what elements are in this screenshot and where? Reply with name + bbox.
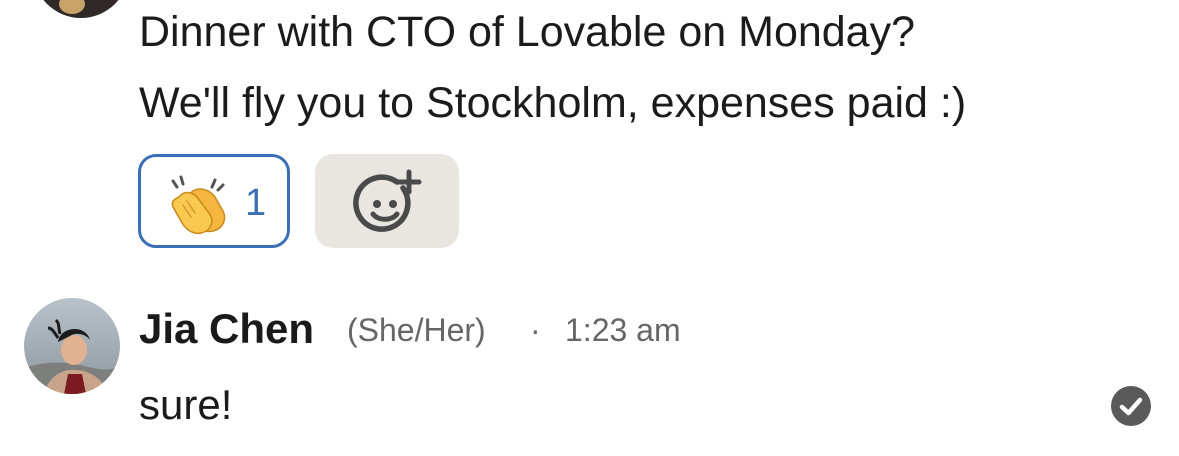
message-line: Dinner with CTO of Lovable on Monday?	[139, 8, 916, 56]
add-reaction-button[interactable]	[315, 154, 459, 248]
author-name[interactable]: Jia Chen	[139, 304, 314, 354]
avatar[interactable]	[24, 298, 120, 394]
add-reaction-smiley-icon	[353, 169, 422, 232]
previous-sender-avatar[interactable]	[33, 0, 129, 18]
reaction-count: 1	[245, 182, 267, 224]
clap-reaction-button[interactable]: 1	[138, 154, 290, 248]
read-receipt-check-icon	[1111, 386, 1151, 426]
message-timestamp: 1:23 am	[565, 312, 681, 348]
user-photo-icon	[24, 298, 120, 394]
clapping-hands-icon	[171, 175, 226, 235]
separator-dot: ·	[530, 312, 541, 348]
message-line: We'll fly you to Stockholm, expenses pai…	[139, 79, 967, 127]
message-text: sure!	[139, 381, 233, 428]
author-pronouns: (She/Her)	[347, 312, 486, 348]
chat-thread: Dinner with CTO of Lovable on Monday? We…	[0, 0, 1179, 456]
